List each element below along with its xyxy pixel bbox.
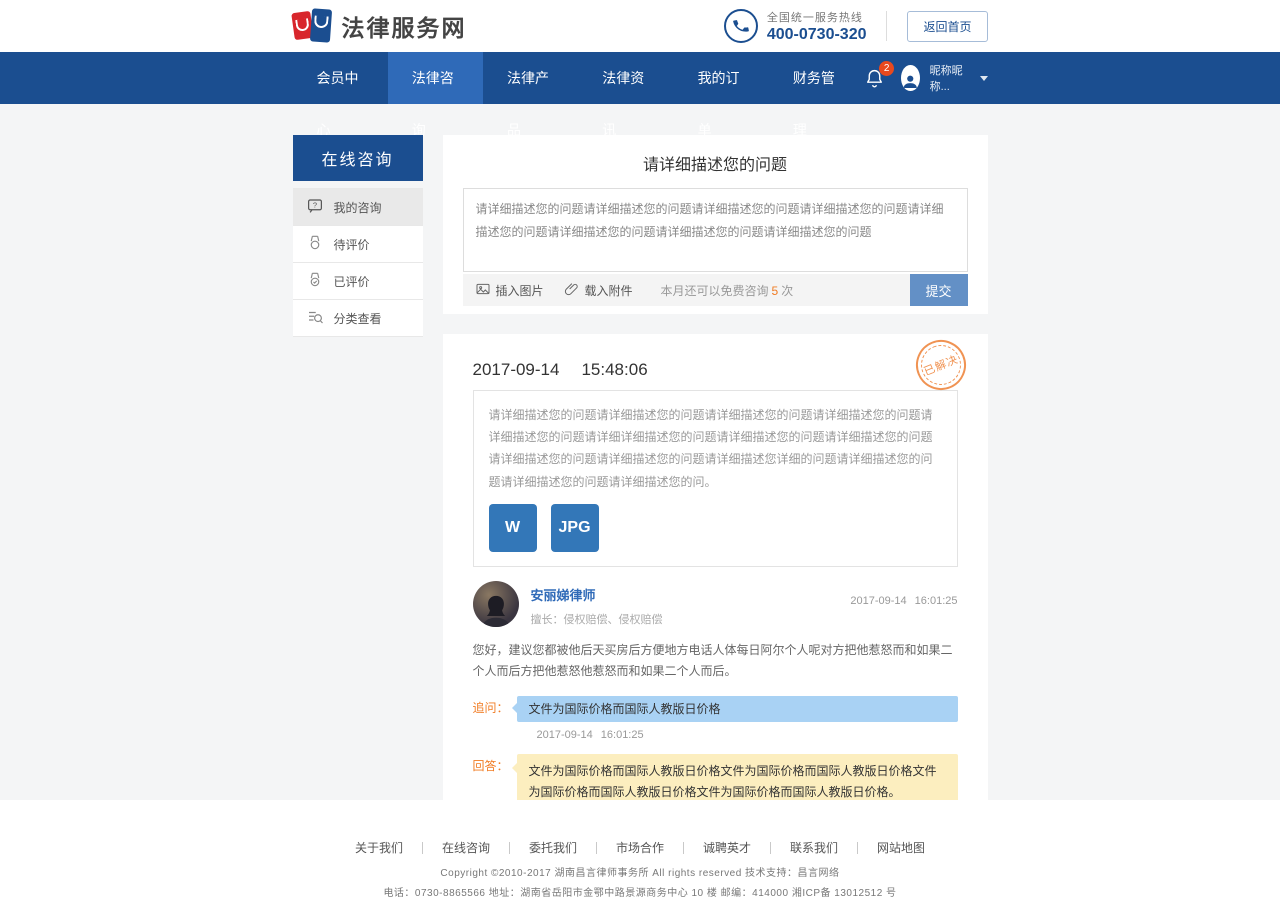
header-divider [886,11,887,41]
paperclip-icon [564,281,580,300]
lawyer-reply-timestamp: 2017-09-1416:01:25 [842,581,957,627]
svg-text:?: ? [312,200,316,209]
lawyer-answer-text: 您好，建议您都被他后天买房后方便地方电话人体每日阿尔个人呢对方把他惹怒而和如果二… [473,640,958,683]
sidebar-item-pending-review[interactable]: 待评价 [293,226,423,263]
medal-check-icon [306,271,324,292]
record-date: 2017-09-14 [473,360,560,380]
notification-bell-icon[interactable]: 2 [864,68,885,89]
hotline: 全国统一服务热线 400-0730-320 [724,9,867,44]
user-avatar[interactable] [901,65,920,91]
page-body: 在线咨询 ? 我的咨询 [0,104,1280,800]
footer-link-sitemap[interactable]: 网站地图 [858,842,944,854]
free-quota-count: 5 [772,284,779,298]
list-search-icon [306,308,324,329]
attachment-word-file[interactable]: W [489,504,537,552]
footer: 关于我们 在线咨询 委托我们 市场合作 诚聘英才 联系我们 网站地图 Copyr… [0,800,1280,909]
followup-timestamp: 2017-09-1416:01:25 [529,729,958,741]
lawyer-row: 安丽娣律师 擅长：侵权赔偿、侵权赔偿 2017-09-1416:01:25 [473,581,958,627]
insert-image-label: 插入图片 [496,282,544,299]
back-home-button[interactable]: 返回首页 [907,11,987,42]
reply-label: 回答： [473,754,517,800]
site-logo[interactable]: 法律服务网 [293,9,467,43]
reply-row: 回答： 文件为国际价格而国际人教版日价格文件为国际价格而国际人教版日价格文件为国… [473,754,958,800]
main-navbar: 会员中心 法律咨询 法律产品 法律资讯 我的订单 财务管理 2 昵称昵称... [0,52,1280,104]
sidebar-item-reviewed[interactable]: 已评价 [293,263,423,300]
nav-item-legal-consult[interactable]: 法律咨询 [388,52,483,104]
nav-item-member-center[interactable]: 会员中心 [293,52,388,104]
logo-text: 法律服务网 [342,9,467,43]
followup-row: 追问： 文件为国际价格而国际人教版日价格 [473,696,958,722]
sidebar: 在线咨询 ? 我的咨询 [293,135,423,800]
notification-badge: 2 [879,61,894,76]
hotline-number: 400-0730-320 [767,26,867,44]
consultation-record-panel: 2017-09-14 15:48:06 已解决 请详细描述您的问题请详细描述您的… [443,334,988,800]
insert-image-button[interactable]: 插入图片 [475,281,544,300]
sidebar-item-label: 我的咨询 [334,199,382,216]
footer-link-market-cooperation[interactable]: 市场合作 [597,842,684,854]
top-header: 法律服务网 全国统一服务热线 400-0730-320 返回首页 [0,0,1280,52]
submit-button[interactable]: 提交 [910,274,968,306]
nav-item-finance[interactable]: 财务管理 [769,52,864,104]
nav-item-legal-products[interactable]: 法律产品 [483,52,578,104]
chevron-down-icon[interactable] [980,76,988,81]
chat-question-icon: ? [306,197,324,218]
sidebar-item-label: 待评价 [334,236,370,253]
lawyer-specialty: 擅长：侵权赔偿、侵权赔偿 [531,611,663,627]
lawyer-avatar[interactable] [473,581,519,627]
footer-contact-info: 电话：0730-8865566 地址：湖南省岳阳市金鄂中路景源商务中心 10 楼… [0,884,1280,899]
footer-link-about-us[interactable]: 关于我们 [336,842,423,854]
phone-icon [724,9,758,43]
username-label[interactable]: 昵称昵称... [930,62,968,94]
sidebar-item-label: 分类查看 [334,310,382,327]
ask-toolbar: 插入图片 载入附件 本月还可以免费咨询5次 提交 [463,274,968,306]
reply-bubble: 文件为国际价格而国际人教版日价格文件为国际价格而国际人教版日价格文件为国际价格而… [517,754,958,800]
attach-file-button[interactable]: 载入附件 [564,281,633,300]
question-text: 请详细描述您的问题请详细描述您的问题请详细描述您的问题请详细描述您的问题请详细描… [489,404,942,493]
sidebar-item-my-consultations[interactable]: ? 我的咨询 [293,189,423,226]
footer-link-recruitment[interactable]: 诚聘英才 [684,842,771,854]
nav-item-my-orders[interactable]: 我的订单 [674,52,769,104]
footer-copyright: Copyright ©2010-2017 湖南昌言律师事务所 All right… [0,864,1280,879]
attach-file-label: 载入附件 [585,282,633,299]
nav-item-legal-news[interactable]: 法律资讯 [578,52,673,104]
ask-question-panel: 请详细描述您的问题 请详细描述您的问题请详细描述您的问题请详细描述您的问题请详细… [443,135,988,314]
sidebar-item-label: 已评价 [334,273,370,290]
medal-icon [306,234,324,255]
sidebar-item-browse-by-category[interactable]: 分类查看 [293,300,423,337]
record-time: 15:48:06 [581,360,647,380]
hotline-label: 全国统一服务热线 [767,9,867,25]
question-textarea[interactable]: 请详细描述您的问题请详细描述您的问题请详细描述您的问题请详细描述您的问题请详细描… [463,188,968,272]
logo-icon [293,9,333,43]
footer-link-contact-us[interactable]: 联系我们 [771,842,858,854]
lawyer-name[interactable]: 安丽娣律师 [531,585,663,604]
footer-links: 关于我们 在线咨询 委托我们 市场合作 诚聘英才 联系我们 网站地图 [0,842,1280,854]
sidebar-title: 在线咨询 [293,135,423,181]
followup-label: 追问： [473,696,517,722]
image-icon [475,281,491,300]
question-box: 请详细描述您的问题请详细描述您的问题请详细描述您的问题请详细描述您的问题请详细描… [473,390,958,567]
attachment-jpg-file[interactable]: JPG [551,504,599,552]
ask-panel-title: 请详细描述您的问题 [463,135,968,188]
footer-link-online-consult[interactable]: 在线咨询 [423,842,510,854]
footer-link-entrust-us[interactable]: 委托我们 [510,842,597,854]
free-quota-text: 本月还可以免费咨询5次 [661,282,794,299]
followup-bubble: 文件为国际价格而国际人教版日价格 [517,696,958,722]
